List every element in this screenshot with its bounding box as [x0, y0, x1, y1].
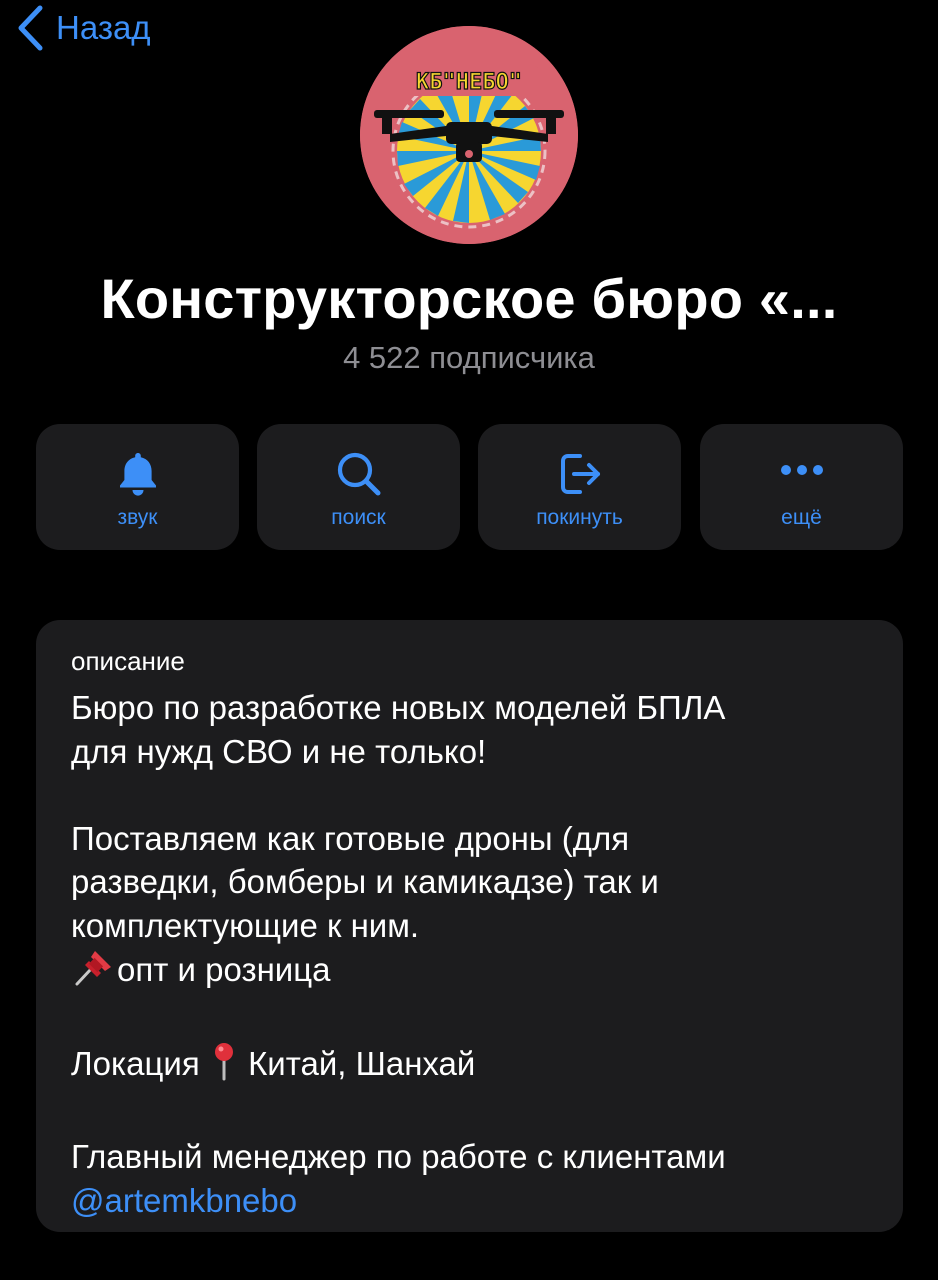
search-icon: [337, 452, 380, 496]
description-line: для нужд СВО и не только!: [71, 732, 487, 770]
back-button[interactable]: Назад: [16, 4, 151, 52]
chevron-left-icon: [18, 5, 43, 51]
leave-button[interactable]: покинуть: [478, 424, 681, 550]
search-button[interactable]: поиск: [257, 424, 460, 550]
channel-avatar[interactable]: КБ"НЕБО": [360, 26, 578, 244]
more-button[interactable]: ещё: [700, 424, 903, 550]
drone-logo-icon: КБ"НЕБО": [360, 26, 578, 244]
description-label: описание: [71, 646, 185, 676]
description-line: Поставляем как готовые дроны (для: [71, 819, 630, 857]
subscriber-count: 4 522 подписчика: [343, 340, 595, 375]
leave-label: покинуть: [536, 506, 623, 529]
pushpin-icon: [71, 947, 117, 998]
description-line: Локация Китай, Шанхай: [71, 1041, 871, 1092]
description-line-text: опт и розница: [117, 950, 331, 988]
sound-label: звук: [117, 506, 158, 529]
search-label: поиск: [331, 506, 386, 529]
avatar-logo-text: КБ"НЕБО": [416, 70, 522, 95]
description-line: Главный менеджер по работе с клиентами: [71, 1138, 726, 1175]
bell-icon: [119, 453, 156, 496]
description-text: Бюро по разработке новых моделей БПЛА дл…: [71, 686, 871, 1222]
description-line: разведки, бомберы и камикадзе) так и: [71, 863, 659, 900]
more-label: ещё: [781, 506, 822, 529]
channel-title: Конструкторское бюро «...: [100, 267, 838, 330]
sound-button[interactable]: звук: [36, 424, 239, 550]
manager-username-link[interactable]: @artemkbnebo: [71, 1179, 871, 1223]
more-icon: [780, 465, 823, 475]
location-label: Локация: [71, 1044, 200, 1082]
description-line: комплектующие к ним.: [71, 906, 420, 944]
location-value: Китай, Шанхай: [248, 1044, 476, 1082]
action-bar: звук поиск покинуть ещё: [36, 424, 903, 550]
description-line: Бюро по разработке новых моделей БПЛА: [71, 689, 726, 726]
leave-icon: [560, 454, 600, 494]
description-line: опт и розница: [71, 947, 871, 998]
description-card: описание Бюро по разработке новых моделе…: [36, 620, 903, 1232]
round-pushpin-icon: [209, 1041, 239, 1092]
back-label: Назад: [56, 9, 151, 46]
